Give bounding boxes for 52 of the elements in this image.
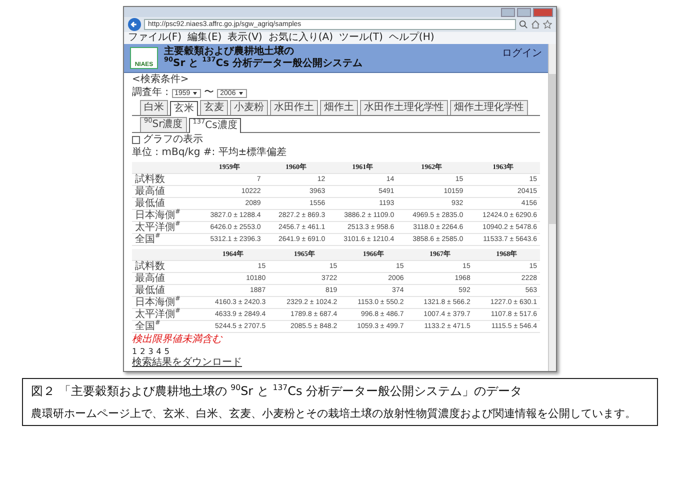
row-label: 最低値 bbox=[132, 284, 198, 296]
back-icon[interactable] bbox=[128, 18, 141, 31]
search-icon[interactable] bbox=[519, 20, 528, 29]
checkbox[interactable] bbox=[132, 136, 140, 144]
row-label: 全国$^{#}$ bbox=[132, 234, 195, 246]
star-icon[interactable] bbox=[543, 20, 552, 29]
menu-item[interactable]: 編集(E) bbox=[188, 32, 222, 44]
menu-item[interactable]: お気に入り(A) bbox=[268, 32, 333, 44]
tab[interactable]: $^{137}$Cs濃度 bbox=[188, 118, 242, 133]
menu-item[interactable]: 表示(V) bbox=[228, 32, 262, 44]
download-link[interactable]: 検索結果をダウンロード bbox=[132, 357, 242, 369]
row-label: 太平洋側$^{#}$ bbox=[132, 222, 195, 234]
unit-note: 単位 : mBq/kg #: 平均±標準偏差 bbox=[132, 147, 288, 159]
page-link[interactable]: 3 bbox=[148, 347, 154, 356]
page-link[interactable]: 1 bbox=[132, 347, 138, 356]
tab[interactable]: $^{90}$Sr濃度 bbox=[140, 117, 187, 132]
home-icon[interactable] bbox=[531, 20, 540, 29]
row-label: 最高値 bbox=[132, 186, 195, 198]
row-label: 試料数 bbox=[132, 174, 195, 186]
caret-icon bbox=[238, 90, 244, 96]
row-label: 日本海側$^{#}$ bbox=[132, 296, 198, 308]
range-separator: 〜 bbox=[204, 87, 214, 99]
caret-icon bbox=[192, 90, 198, 96]
tab[interactable]: 小麦粉 bbox=[230, 100, 268, 115]
tab[interactable]: 白米 bbox=[140, 100, 168, 115]
row-label: 最低値 bbox=[132, 198, 195, 210]
page-link[interactable]: 4 bbox=[156, 347, 162, 356]
row-label: 日本海側$^{#}$ bbox=[132, 210, 195, 222]
tab[interactable]: 水田作土 bbox=[270, 100, 318, 115]
tab[interactable]: 玄麦 bbox=[200, 100, 228, 115]
tab[interactable]: 玄米 bbox=[170, 101, 198, 116]
caption-text: 農環研ホームページ上で、玄米、白米、玄麦、小麦粉とその栽培土壌の放射性物質濃度および関連情報を公開しています。 bbox=[31, 406, 637, 421]
row-label: 試料数 bbox=[132, 260, 198, 272]
row-label: 最高値 bbox=[132, 272, 198, 284]
tab[interactable]: 畑作土 bbox=[320, 100, 358, 115]
year-label: 調査年 : bbox=[132, 87, 169, 99]
site-title: 主要穀類および農耕地土壌の $^{90}$Sr と $^{137}$Cs 分析データー般公開システム bbox=[164, 46, 364, 70]
tab[interactable]: 畑作土理化学性 bbox=[450, 100, 528, 115]
row-label: 太平洋側$^{#}$ bbox=[132, 308, 198, 320]
tab[interactable]: 水田作土理化学性 bbox=[360, 100, 448, 115]
menu-item[interactable]: ツール(T) bbox=[339, 32, 383, 44]
page-link[interactable]: 2 bbox=[140, 347, 146, 356]
note-text: 検出限界値未満含む bbox=[132, 334, 224, 346]
login-link[interactable]: ログイン bbox=[502, 46, 542, 60]
figure-caption: 図２ 「主要穀類および農耕地土壌の $^{90}$Sr と $^{137}$Cs 分析データー般公開システム」のデータ bbox=[31, 383, 524, 400]
page-link[interactable]: 5 bbox=[164, 347, 170, 356]
section-heading: <検索条件> bbox=[132, 74, 190, 86]
scrollbar[interactable] bbox=[548, 44, 556, 371]
checkbox-label: グラフの表示 bbox=[143, 134, 203, 146]
menu-item[interactable]: ファイル(F) bbox=[128, 32, 182, 44]
row-label: 全国$^{#}$ bbox=[132, 320, 198, 332]
menu-item[interactable]: ヘルプ(H) bbox=[388, 32, 434, 44]
